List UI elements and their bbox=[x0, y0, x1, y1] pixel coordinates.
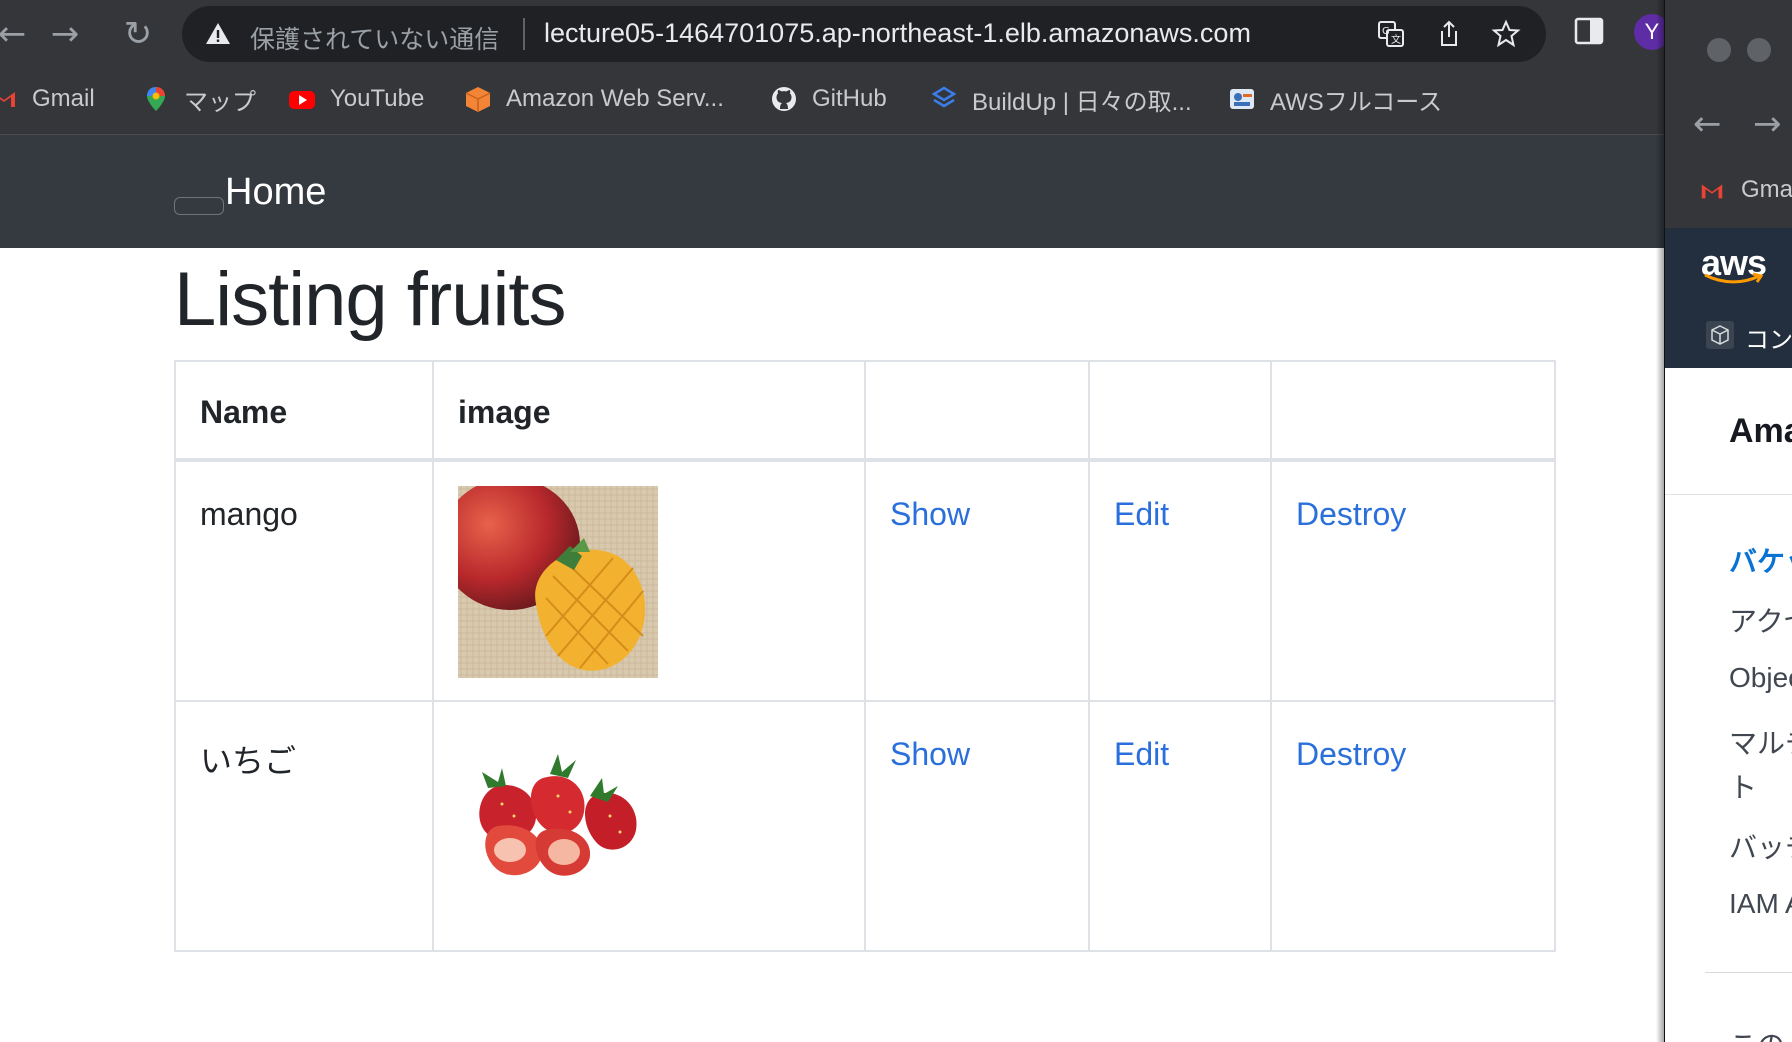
nav-item-other[interactable]: この ア bbox=[1729, 1024, 1792, 1042]
column-header-name: Name bbox=[174, 360, 434, 462]
nav-item-access[interactable]: アクセ bbox=[1729, 600, 1792, 640]
aws-cube-icon bbox=[465, 87, 491, 112]
bookmark-label: マップ bbox=[184, 88, 256, 116]
bookmark-label: Gmail bbox=[32, 85, 95, 112]
page-title: Listing fruits bbox=[174, 257, 566, 342]
bookmark-label: YouTube bbox=[330, 85, 425, 112]
bookmark-label: BuildUp | 日々の取... bbox=[972, 88, 1192, 116]
table-row: いちご Show Edit Destroy bbox=[174, 700, 1556, 952]
youtube-icon bbox=[289, 91, 315, 109]
fruit-image-cell bbox=[432, 700, 866, 952]
fruit-image-cell bbox=[432, 459, 866, 702]
aws-console-window[interactable]: ← → Gmai aws コン Ama バケッ アクセ Objec マルチ ト … bbox=[1664, 0, 1792, 1042]
nav-item-object[interactable]: Objec bbox=[1729, 662, 1792, 694]
bookmarks-bar: Gmail マップ YouTube Amazon Web Serv... Git… bbox=[0, 76, 1664, 120]
bookmark-label: Amazon Web Serv... bbox=[506, 85, 724, 112]
strawberry-photo bbox=[458, 726, 658, 918]
nav-item-multi-cont: ト bbox=[1729, 772, 1758, 803]
side-panel-icon[interactable] bbox=[1572, 14, 1606, 48]
reload-icon[interactable]: ↻ bbox=[120, 16, 156, 52]
window-minimize-dot[interactable] bbox=[1747, 38, 1771, 62]
cube-icon bbox=[1706, 321, 1734, 349]
aws-smile-icon bbox=[1704, 272, 1763, 284]
bookmark-label: AWSフルコース bbox=[1270, 88, 1443, 116]
service-title: Ama bbox=[1729, 412, 1792, 450]
browser-toolbar: ← → ↻ 保護されていない通信 lecture05-1464701075.ap… bbox=[0, 0, 1670, 135]
buildup-icon bbox=[931, 86, 957, 108]
fruit-name-cell: いちご bbox=[174, 700, 434, 952]
gmail-icon bbox=[0, 92, 15, 107]
column-header-image: image bbox=[432, 360, 866, 462]
address-bar[interactable]: 保護されていない通信 lecture05-1464701075.ap-north… bbox=[182, 6, 1546, 62]
nav-item-buckets[interactable]: バケッ bbox=[1729, 540, 1792, 580]
bookmark-maps[interactable]: マップ bbox=[142, 82, 256, 116]
screen: ← → ↻ 保護されていない通信 lecture05-1464701075.ap… bbox=[0, 0, 1792, 1042]
divider bbox=[1705, 972, 1792, 973]
bookmark-youtube[interactable]: YouTube bbox=[288, 82, 424, 116]
navbar-toggler-button[interactable] bbox=[174, 197, 224, 215]
nav-item-batch[interactable]: バッチ bbox=[1729, 826, 1792, 866]
back-arrow-icon[interactable]: ← bbox=[0, 16, 30, 52]
security-status[interactable]: 保護されていない通信 bbox=[250, 20, 499, 56]
aws-window-chrome: ← → Gmai bbox=[1665, 0, 1792, 228]
destroy-cell: Destroy bbox=[1270, 700, 1556, 952]
bookmark-github[interactable]: GitHub bbox=[770, 82, 887, 116]
table-header-row: Name image bbox=[174, 360, 1556, 462]
destroy-link[interactable]: Destroy bbox=[1296, 736, 1406, 772]
bookmark-aws[interactable]: Amazon Web Serv... bbox=[464, 82, 724, 116]
show-link[interactable]: Show bbox=[890, 496, 970, 532]
url-text[interactable]: lecture05-1464701075.ap-northeast-1.elb.… bbox=[544, 18, 1394, 49]
bookmark-label: GitHub bbox=[812, 85, 887, 112]
table-row: mango Show Edit Destroy bbox=[174, 459, 1556, 702]
show-link[interactable]: Show bbox=[890, 736, 970, 772]
aws-header: aws コン bbox=[1665, 228, 1792, 368]
warning-icon[interactable] bbox=[204, 20, 232, 48]
destroy-link[interactable]: Destroy bbox=[1296, 496, 1406, 532]
bookmark-label[interactable]: Gmai bbox=[1741, 176, 1792, 204]
edit-link[interactable]: Edit bbox=[1114, 496, 1169, 532]
column-header-destroy bbox=[1270, 360, 1556, 462]
maps-pin-icon bbox=[147, 87, 165, 111]
gmail-icon bbox=[1701, 184, 1723, 199]
navbar-brand-home[interactable]: Home bbox=[225, 171, 326, 214]
back-arrow-icon[interactable]: ← bbox=[1693, 104, 1722, 144]
divider bbox=[1665, 494, 1792, 495]
column-header-edit bbox=[1088, 360, 1272, 462]
edit-cell: Edit bbox=[1088, 459, 1272, 702]
omnibox-divider bbox=[523, 18, 525, 50]
bookmark-aws-course[interactable]: AWSフルコース bbox=[1228, 82, 1442, 116]
github-icon bbox=[772, 87, 796, 111]
translate-icon[interactable]: G 文 bbox=[1376, 19, 1406, 49]
console-label[interactable]: コン bbox=[1745, 320, 1792, 355]
show-cell: Show bbox=[864, 459, 1090, 702]
bookmark-buildup[interactable]: BuildUp | 日々の取... bbox=[930, 82, 1192, 116]
fruits-table: Name image mango Show Edit Destroy いちご S… bbox=[174, 360, 1556, 952]
fruit-name-cell: mango bbox=[174, 459, 434, 702]
nav-item-multi[interactable]: マルチ bbox=[1729, 722, 1792, 762]
mango-photo bbox=[458, 486, 658, 678]
svg-text:文: 文 bbox=[1391, 33, 1401, 46]
destroy-cell: Destroy bbox=[1270, 459, 1556, 702]
show-cell: Show bbox=[864, 700, 1090, 952]
forward-arrow-icon[interactable]: → bbox=[47, 16, 83, 52]
share-icon[interactable] bbox=[1434, 19, 1464, 49]
bookmark-gmail[interactable]: Gmail bbox=[0, 82, 95, 116]
window-shadow bbox=[1656, 0, 1664, 1042]
svg-text:G: G bbox=[1382, 26, 1390, 37]
nav-item-iam[interactable]: IAM A bbox=[1729, 888, 1792, 920]
edit-cell: Edit bbox=[1088, 700, 1272, 952]
edit-link[interactable]: Edit bbox=[1114, 736, 1169, 772]
forward-arrow-icon[interactable]: → bbox=[1753, 104, 1782, 144]
aws-course-icon bbox=[1230, 89, 1254, 109]
window-close-dot[interactable] bbox=[1707, 38, 1731, 62]
column-header-show bbox=[864, 360, 1090, 462]
app-navbar: Home bbox=[0, 135, 1664, 248]
bookmark-star-icon[interactable] bbox=[1491, 19, 1521, 49]
